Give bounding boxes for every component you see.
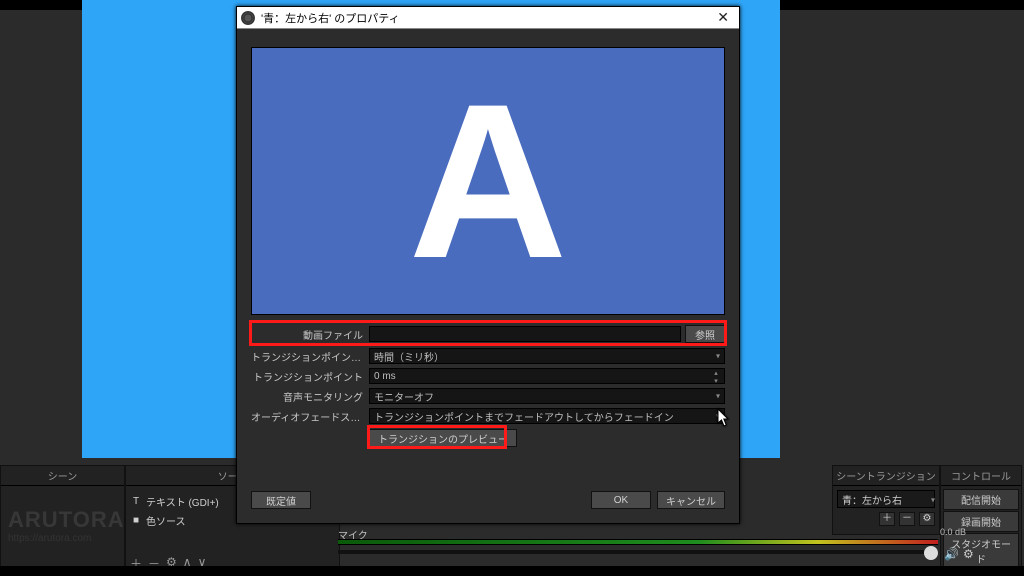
- chevron-down-icon: ▾: [931, 496, 935, 505]
- dock-transition-title-text: シーントランジション: [836, 472, 936, 483]
- transition-buttons: ＋ － ⚙: [837, 512, 935, 526]
- label-transition-point: トランジションポイント: [251, 369, 369, 384]
- audio-db-readout: 0.0 dB: [940, 527, 966, 537]
- row-preview-transition: トランジションのプレビュー: [251, 427, 725, 449]
- transition-preview-frame: A: [251, 47, 725, 315]
- audio-slider-thumb[interactable]: [924, 546, 938, 560]
- letterbox-bottom: [0, 566, 1024, 576]
- label-video-file: 動画ファイル: [251, 327, 369, 342]
- cancel-button[interactable]: キャンセル: [657, 491, 725, 509]
- row-transition-point-type: トランジションポイントの種類 時間（ミリ秒） ▾: [251, 347, 725, 365]
- source-item-label: テキスト (GDI+): [146, 494, 219, 509]
- settings-form: 動画ファイル 参照 トランジションポイントの種類 時間（ミリ秒） ▾: [251, 323, 725, 449]
- browse-button[interactable]: 参照: [685, 325, 725, 343]
- row-video-file: 動画ファイル 参照: [251, 323, 725, 345]
- input-transition-point[interactable]: 0 ms ▴▾: [369, 368, 725, 384]
- select-audio-monitoring[interactable]: モニターオフ ▾: [369, 388, 725, 404]
- dock-controls-title: コントロール: [941, 466, 1021, 486]
- select-audio-fade-value: トランジションポイントまでフェードアウトしてからフェードイン: [374, 409, 674, 424]
- stinger-properties-dialog: '青：左から右' のプロパティ ✕ A 動画ファイル 参照 ト: [236, 6, 740, 524]
- dock-scenes-title-text: シーン: [48, 472, 78, 483]
- label-audio-fade-style: オーディオフェードスタイル: [251, 409, 369, 424]
- defaults-button[interactable]: 既定値: [251, 491, 311, 509]
- dialog-titlebar[interactable]: '青：左から右' のプロパティ ✕: [237, 7, 739, 29]
- dock-scenes: シーン: [0, 465, 125, 575]
- audio-track-icons: 🔊 ⚙: [944, 547, 974, 561]
- audio-level-meter: [338, 539, 938, 545]
- spin-down-icon[interactable]: ▾: [710, 377, 722, 385]
- spinbox-arrows[interactable]: ▴▾: [710, 369, 722, 383]
- source-item-label: 色ソース: [146, 513, 186, 528]
- dock-scenes-title: シーン: [1, 466, 124, 486]
- dialog-footer: 既定値 OK キャンセル: [251, 491, 725, 509]
- transition-settings-button[interactable]: ⚙: [919, 512, 935, 526]
- dialog-body: A 動画ファイル 参照 トランジションポイントの種類 時間（ミリ秒）: [237, 29, 739, 523]
- preview-transition-button[interactable]: トランジションのプレビュー: [369, 429, 517, 447]
- speaker-icon[interactable]: 🔊: [944, 547, 959, 561]
- transition-remove-button[interactable]: －: [899, 512, 915, 526]
- select-audio-fade-style[interactable]: トランジションポイントまでフェードアウトしてからフェードイン ▾: [369, 408, 725, 424]
- dock-scene-transition: シーントランジション 青：左から右 ▾ ＋ － ⚙: [832, 465, 940, 535]
- obs-app-icon: [241, 11, 255, 25]
- spin-up-icon[interactable]: ▴: [710, 369, 722, 377]
- input-transition-point-value: 0 ms: [374, 371, 396, 382]
- chevron-down-icon: ▾: [716, 392, 720, 401]
- chevron-down-icon: ▾: [716, 412, 720, 421]
- dialog-close-button[interactable]: ✕: [711, 9, 735, 26]
- ok-button[interactable]: OK: [591, 491, 651, 509]
- transition-selected-label: 青：左から右: [842, 492, 902, 507]
- dock-transition-title: シーントランジション: [833, 466, 939, 486]
- transition-select[interactable]: 青：左から右 ▾: [837, 490, 935, 508]
- text-source-icon: T: [130, 496, 142, 507]
- label-audio-monitoring: 音声モニタリング: [251, 389, 369, 404]
- audio-settings-icon[interactable]: ⚙: [963, 547, 974, 561]
- input-video-file[interactable]: [369, 326, 681, 342]
- select-transition-point-type[interactable]: 時間（ミリ秒） ▾: [369, 348, 725, 364]
- audio-volume-slider[interactable]: [338, 550, 938, 554]
- start-stream-button[interactable]: 配信開始: [943, 489, 1019, 510]
- transition-body: 青：左から右 ▾ ＋ － ⚙: [833, 486, 939, 530]
- dock-controls-title-text: コントロール: [951, 472, 1011, 483]
- preview-letter: A: [409, 71, 568, 291]
- row-audio-fade-style: オーディオフェードスタイル トランジションポイントまでフェードアウトしてからフェ…: [251, 407, 725, 425]
- color-source-icon: ■: [130, 515, 142, 526]
- transition-add-button[interactable]: ＋: [879, 512, 895, 526]
- row-audio-monitoring: 音声モニタリング モニターオフ ▾: [251, 387, 725, 405]
- chevron-down-icon: ▾: [716, 352, 720, 361]
- obs-main-window: シーン ソース ⠿ T テキスト (GDI+) ■ 色ソース ＋ － ⚙ ∧ ∨: [0, 0, 1024, 576]
- label-transition-point-type: トランジションポイントの種類: [251, 349, 369, 364]
- select-audio-monitoring-value: モニターオフ: [374, 389, 434, 404]
- dialog-title-text: '青：左から右' のプロパティ: [261, 10, 400, 26]
- select-tp-type-value: 時間（ミリ秒）: [374, 349, 444, 364]
- row-transition-point: トランジションポイント 0 ms ▴▾: [251, 367, 725, 385]
